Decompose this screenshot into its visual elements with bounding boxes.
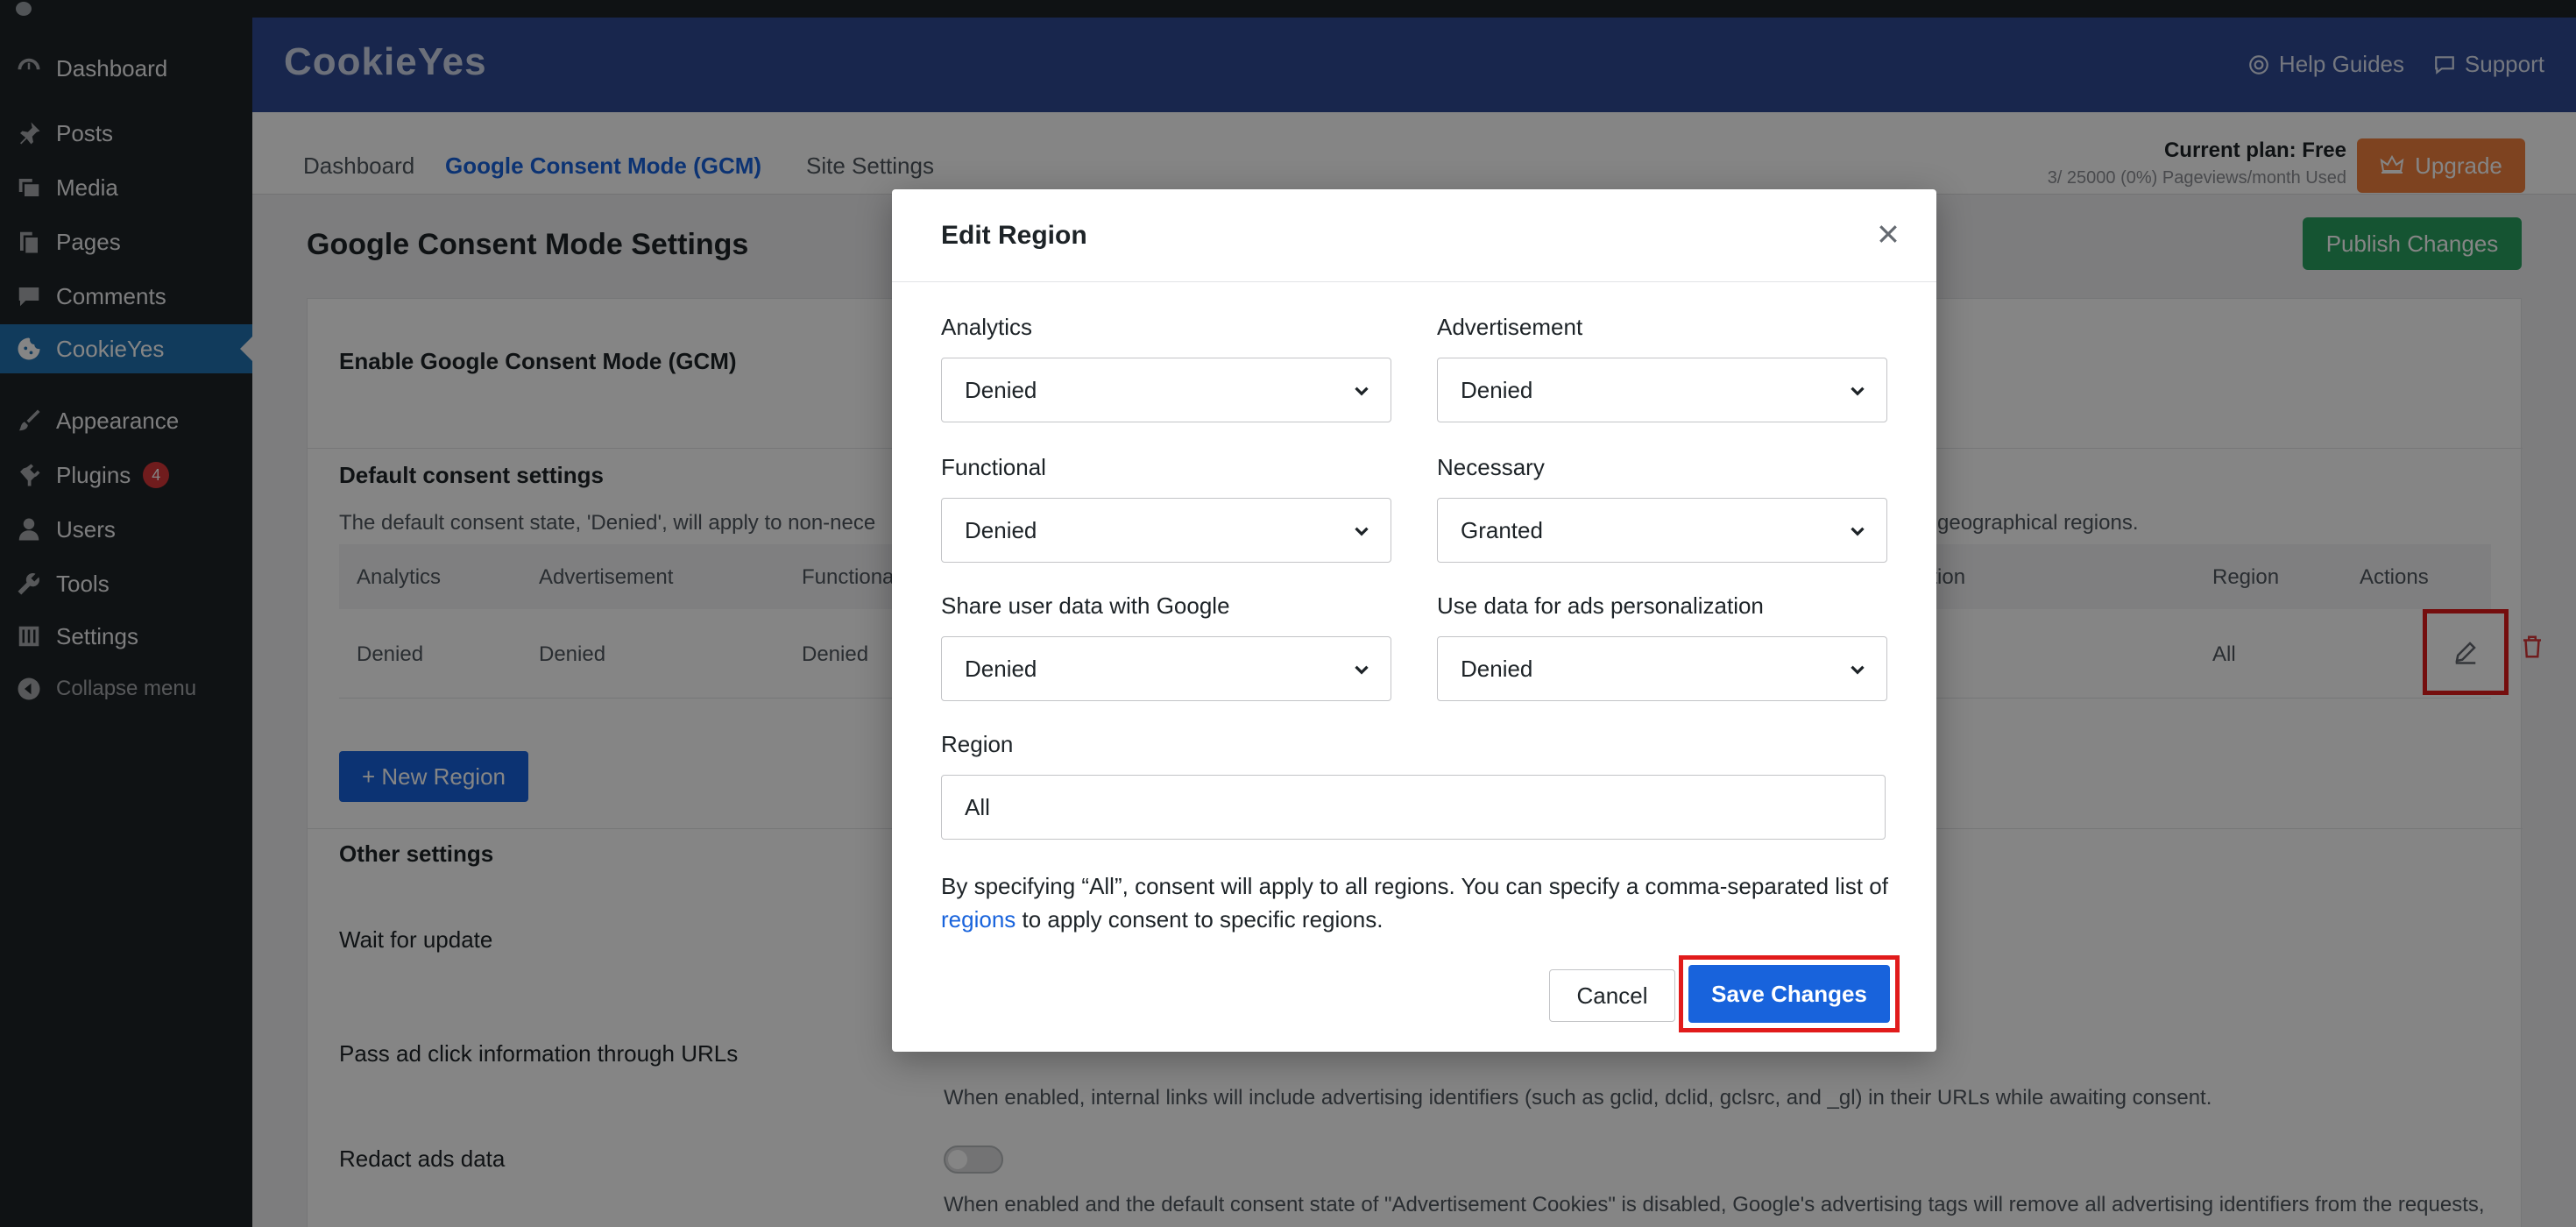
region-input[interactable] [941,775,1886,840]
chevron-down-icon [1350,658,1373,681]
region-help-text: By specifying “All”, consent will apply … [941,869,1896,936]
chevron-down-icon [1846,520,1869,543]
necessary-select[interactable]: Granted [1437,498,1887,563]
share-user-data-label: Share user data with Google [941,592,1230,619]
necessary-label: Necessary [1437,454,1545,480]
advertisement-value: Denied [1461,376,1533,403]
analytics-value: Denied [965,376,1037,403]
region-label: Region [941,731,1014,757]
close-icon [1879,225,1897,243]
modal-title: Edit Region [941,221,1087,250]
functional-value: Denied [965,516,1037,543]
help-text-start: By specifying “All”, consent will apply … [941,873,1888,899]
functional-select[interactable]: Denied [941,498,1391,563]
cancel-button[interactable]: Cancel [1549,969,1675,1022]
analytics-label: Analytics [941,314,1033,340]
chevron-down-icon [1350,520,1373,543]
functional-label: Functional [941,454,1046,480]
chevron-down-icon [1846,379,1869,402]
help-text-end: to apply consent to specific regions. [1022,906,1384,933]
share-user-data-value: Denied [965,655,1037,682]
edit-region-modal: Edit Region Analytics Denied Advertiseme… [892,189,1936,1052]
ads-personalization-value: Denied [1461,655,1533,682]
share-user-data-select[interactable]: Denied [941,636,1391,701]
chevron-down-icon [1846,658,1869,681]
ads-personalization-select[interactable]: Denied [1437,636,1887,701]
advertisement-label: Advertisement [1437,314,1583,340]
close-button[interactable] [1875,221,1901,247]
save-changes-button[interactable]: Save Changes [1688,965,1890,1023]
analytics-select[interactable]: Denied [941,358,1391,422]
necessary-value: Granted [1461,516,1543,543]
advertisement-select[interactable]: Denied [1437,358,1887,422]
save-highlight: Save Changes [1679,955,1900,1032]
regions-link[interactable]: regions [941,906,1016,933]
ads-personalization-label: Use data for ads personalization [1437,592,1764,619]
chevron-down-icon [1350,379,1373,402]
modal-header: Edit Region [892,189,1936,282]
